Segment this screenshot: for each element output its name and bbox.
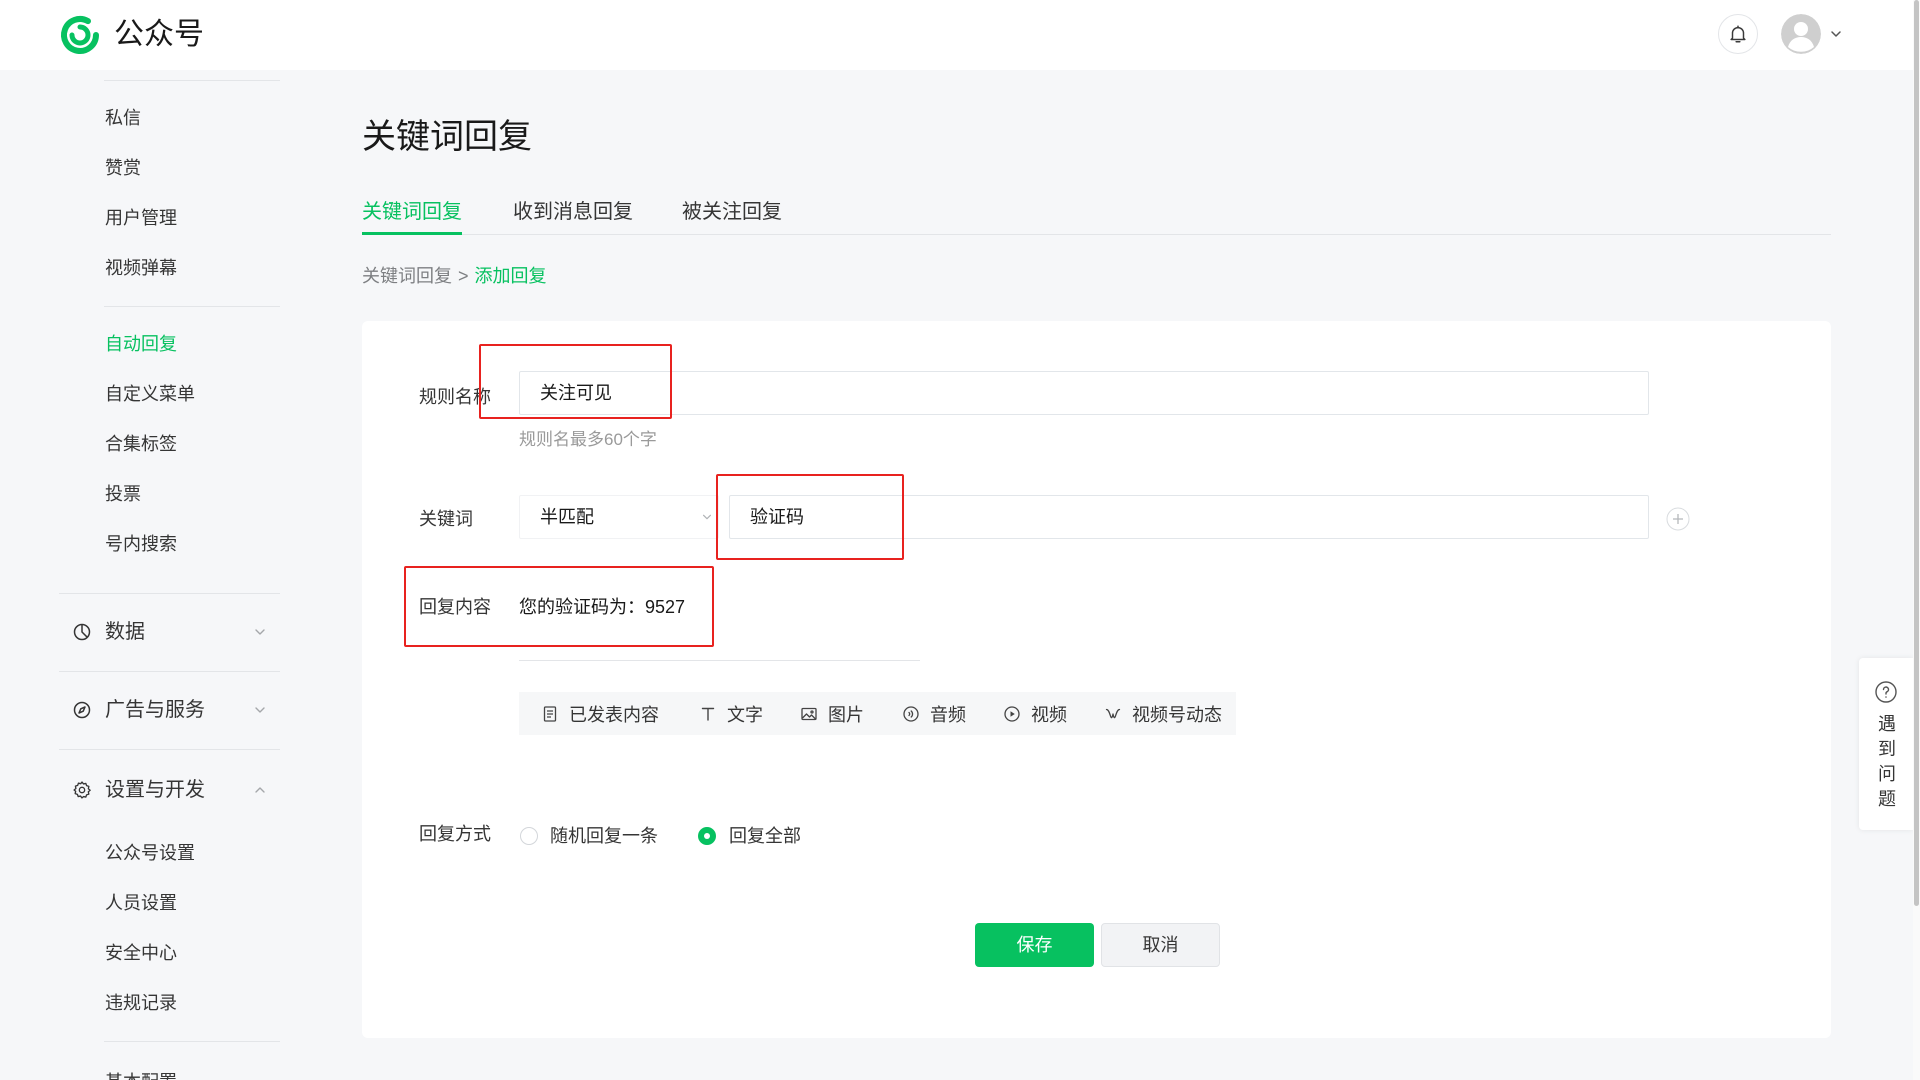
video-icon: [1003, 705, 1021, 723]
tab-follow-reply[interactable]: 被关注回复: [682, 198, 782, 226]
sidebar-item-security-center[interactable]: 安全中心: [105, 941, 177, 965]
toolbar-item-label: 图片: [828, 704, 864, 725]
chevron-down-icon: [253, 625, 267, 639]
sidebar-item-auto-reply[interactable]: 自动回复: [105, 332, 177, 356]
audio-icon: [902, 705, 920, 723]
toolbar-item-label: 已发表内容: [569, 704, 659, 725]
sidebar-section-label: 数据: [105, 621, 145, 643]
notification-button[interactable]: [1718, 14, 1758, 54]
match-mode-select[interactable]: 半匹配: [519, 495, 719, 539]
toolbar-item-label: 音频: [930, 704, 966, 725]
rule-name-hint: 规则名最多60个字: [519, 430, 657, 449]
sidebar-divider: [59, 671, 280, 672]
top-bar: 公众号: [0, 0, 1913, 70]
active-tab-indicator: [362, 232, 462, 235]
plus-circle-icon[interactable]: [1666, 507, 1690, 531]
match-mode-value: 半匹配: [540, 507, 594, 527]
sidebar-item-private-messages[interactable]: 私信: [105, 106, 141, 130]
gear-icon: [72, 780, 92, 800]
toolbar-text-button[interactable]: 文字: [699, 692, 763, 735]
breadcrumb-separator: >: [458, 266, 469, 286]
rule-name-label: 规则名称: [419, 387, 491, 407]
sidebar-section-ads-services[interactable]: 广告与服务: [72, 698, 277, 722]
reply-content-label: 回复内容: [419, 597, 491, 617]
radio-reply-all[interactable]: [698, 827, 716, 845]
sidebar-item-user-management[interactable]: 用户管理: [105, 206, 177, 230]
channels-icon: [1104, 705, 1122, 723]
toolbar-audio-button[interactable]: 音频: [902, 692, 966, 735]
reply-mode-label: 回复方式: [419, 824, 491, 844]
help-widget[interactable]: 遇到问题: [1859, 658, 1913, 830]
sidebar-section-label: 广告与服务: [105, 699, 205, 721]
sidebar-item-account-settings[interactable]: 公众号设置: [105, 841, 195, 865]
toolbar-video-button[interactable]: 视频: [1003, 692, 1067, 735]
radio-random-reply[interactable]: [520, 827, 538, 845]
wechat-official-account-logo-icon[interactable]: [58, 13, 102, 57]
cancel-button[interactable]: 取消: [1101, 923, 1220, 967]
toolbar-published-content-button[interactable]: 已发表内容: [541, 692, 659, 735]
sidebar-section-data[interactable]: 数据: [72, 620, 277, 644]
sidebar-item-collection-tags[interactable]: 合集标签: [105, 432, 177, 456]
sidebar-divider: [59, 593, 280, 594]
sidebar-item-in-account-search[interactable]: 号内搜索: [105, 532, 177, 556]
sidebar-item-video-danmaku[interactable]: 视频弹幕: [105, 256, 177, 280]
sidebar-section-settings-dev[interactable]: 设置与开发: [72, 778, 277, 802]
sidebar-item-voting[interactable]: 投票: [105, 482, 141, 506]
image-icon: [800, 705, 818, 723]
reply-content-text[interactable]: 您的验证码为：9527: [519, 595, 685, 619]
toolbar-image-button[interactable]: 图片: [800, 692, 864, 735]
text-icon: [699, 705, 717, 723]
sidebar-section-label: 设置与开发: [105, 779, 205, 801]
breadcrumb: 关键词回复 > 添加回复: [362, 264, 547, 288]
add-reply-form-card: 规则名称 关注可见 规则名最多60个字 关键词 半匹配 验证码 回复内容 您的验…: [362, 321, 1831, 1038]
radio-reply-all-label[interactable]: 回复全部: [729, 824, 801, 848]
sidebar-divider: [104, 80, 280, 81]
breadcrumb-parent-link[interactable]: 关键词回复: [362, 266, 452, 286]
document-icon: [541, 705, 559, 723]
reply-content-divider: [519, 660, 920, 661]
sidebar-item-appreciation[interactable]: 赞赏: [105, 156, 141, 180]
chevron-down-icon: [253, 703, 267, 717]
rule-name-input[interactable]: 关注可见: [519, 371, 1649, 415]
toolbar-item-label: 视频号动态: [1132, 704, 1222, 725]
toolbar-item-label: 视频: [1031, 704, 1067, 725]
page-scrollbar-thumb[interactable]: [1914, 0, 1919, 906]
chevron-down-icon[interactable]: [1829, 27, 1843, 41]
breadcrumb-current: 添加回复: [474, 266, 547, 286]
brand-name[interactable]: 公众号: [114, 15, 204, 55]
save-button[interactable]: 保存: [975, 923, 1094, 967]
chevron-up-icon: [253, 783, 267, 797]
tab-keyword-reply[interactable]: 关键词回复: [362, 198, 462, 226]
sidebar-divider: [104, 1041, 280, 1042]
radio-random-reply-label[interactable]: 随机回复一条: [550, 824, 658, 848]
chevron-down-icon: [701, 511, 713, 523]
sidebar-item-basic-config[interactable]: 基本配置: [105, 1070, 177, 1080]
toolbar-item-label: 文字: [727, 704, 763, 725]
tab-message-reply[interactable]: 收到消息回复: [513, 198, 633, 226]
keyword-label: 关键词: [419, 509, 473, 529]
sidebar-item-staff-settings[interactable]: 人员设置: [105, 891, 177, 915]
bell-icon: [1727, 23, 1749, 45]
tabs-divider: [362, 234, 1831, 235]
avatar-icon[interactable]: [1781, 14, 1821, 54]
sidebar-divider: [59, 749, 280, 750]
sidebar-item-custom-menu[interactable]: 自定义菜单: [105, 382, 195, 406]
toolbar-channels-button[interactable]: 视频号动态: [1104, 692, 1222, 735]
keyword-value: 验证码: [750, 507, 804, 527]
keyword-input[interactable]: 验证码: [729, 495, 1649, 539]
pie-chart-icon: [72, 622, 92, 642]
page-title: 关键词回复: [362, 118, 532, 156]
question-circle-icon: [1874, 680, 1898, 704]
sidebar-divider: [104, 306, 280, 307]
reply-media-toolbar: 已发表内容 文字 图片 音频 视频 视频号动态: [519, 692, 1236, 735]
rule-name-value: 关注可见: [540, 383, 612, 403]
compass-icon: [72, 700, 92, 720]
sidebar-item-violation-records[interactable]: 违规记录: [105, 991, 177, 1015]
help-label: 遇到问题: [1876, 714, 1896, 814]
